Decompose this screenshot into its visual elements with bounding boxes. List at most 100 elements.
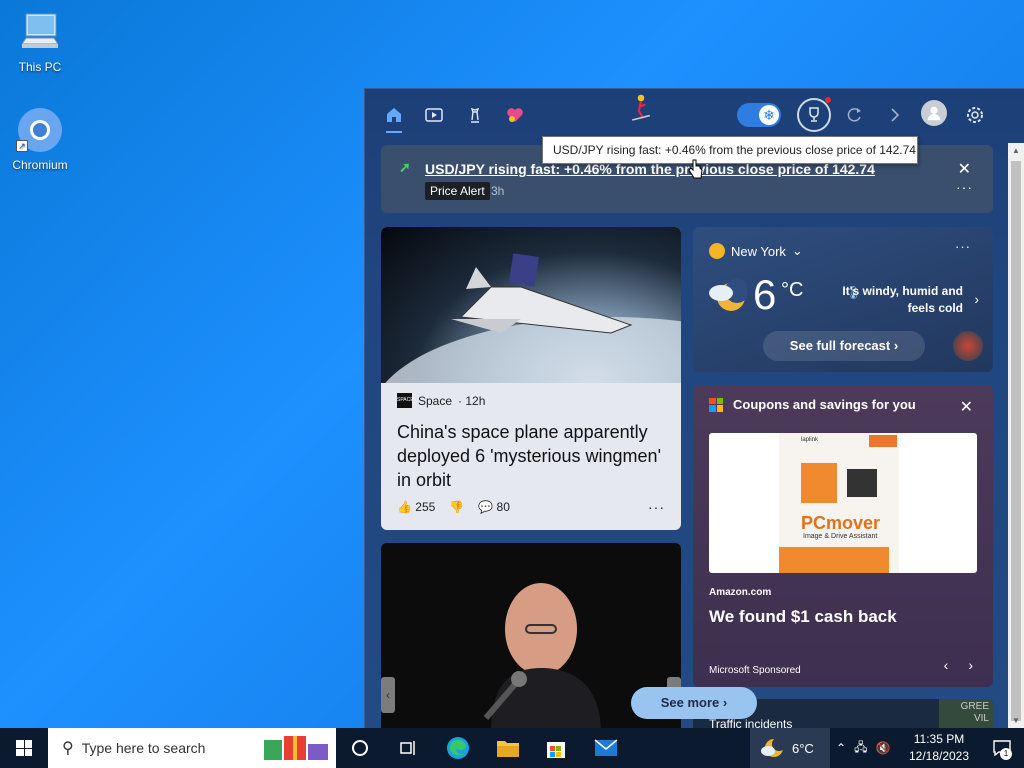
cortana-button[interactable]: [336, 728, 384, 768]
weather-map-thumbnail[interactable]: [953, 331, 983, 361]
widgets-panel: ❄ ➚ USD/JPY rising fast: +0.46% from the…: [364, 88, 1024, 728]
rewards-button[interactable]: [797, 97, 831, 132]
skier-doodle-icon[interactable]: [627, 94, 655, 123]
clock-time: 11:35 PM: [913, 732, 965, 746]
store-icon: [547, 742, 565, 758]
file-explorer-button[interactable]: [484, 728, 532, 768]
snowflake-icon: ❄: [759, 105, 779, 125]
coupon-pagination: ‹ ›: [944, 657, 973, 673]
news-source-name: Space: [418, 393, 453, 408]
partly-cloudy-icon: [709, 243, 725, 259]
weather-unit: °C: [781, 279, 804, 301]
see-full-forecast-button[interactable]: See full forecast ›: [763, 331, 925, 361]
weather-description: It's windy, humid and feels cold: [842, 284, 963, 315]
desktop-icon-chromium[interactable]: ↗ Chromium: [2, 106, 78, 172]
chess-icon: [470, 107, 480, 123]
chevron-left-icon[interactable]: ‹: [944, 657, 949, 673]
traffic-map-thumbnail: GREE VIL: [939, 699, 993, 728]
refresh-button[interactable]: [840, 101, 868, 129]
chevron-right-icon: [891, 108, 900, 122]
ad-small-brand: laplink: [801, 437, 819, 443]
news-age: · 12h: [458, 393, 486, 408]
weather-temperature: 6: [753, 271, 777, 318]
taskbar-search-box[interactable]: ⚲ Type here to search: [48, 728, 336, 768]
scroll-up-arrow-icon[interactable]: ▲: [1008, 143, 1024, 159]
more-options-icon[interactable]: ···: [648, 499, 665, 515]
more-options-icon[interactable]: ···: [955, 239, 971, 254]
system-tray: ⌃ 🖧 🔇: [836, 728, 890, 768]
more-options-icon[interactable]: ···: [956, 179, 973, 195]
start-button[interactable]: [0, 728, 48, 768]
notification-center-button[interactable]: 1: [980, 728, 1024, 768]
gifts-doodle-icon: [264, 736, 328, 760]
widgets-toolbar: ❄: [365, 89, 1024, 141]
video-tab-button[interactable]: [420, 101, 448, 129]
taskbar-weather-widget[interactable]: 6°C: [750, 728, 830, 768]
tooltip: USD/JPY rising fast: +0.46% from the pre…: [542, 136, 918, 164]
cortana-icon: [352, 740, 368, 756]
comment-button[interactable]: 💬 80: [478, 500, 510, 514]
news-title[interactable]: China's space plane apparently deployed …: [397, 420, 667, 492]
video-icon: [425, 108, 443, 122]
task-view-button[interactable]: [384, 728, 432, 768]
home-tab-button[interactable]: [380, 101, 408, 133]
desktop-icon-this-pc[interactable]: This PC: [2, 8, 78, 74]
chevron-right-icon[interactable]: ›: [974, 291, 979, 307]
heart-icon: [507, 108, 523, 122]
home-icon: [387, 108, 401, 122]
search-icon: ⚲: [62, 740, 74, 757]
chevron-right-icon[interactable]: ›: [968, 657, 973, 673]
price-alert-badge: Price Alert: [425, 182, 490, 200]
settings-button[interactable]: [961, 101, 989, 129]
chevron-up-icon[interactable]: ⌃: [836, 741, 846, 755]
like-count: 255: [415, 500, 436, 514]
news-source: SPACE Space · 12h: [397, 393, 485, 408]
scrollbar-thumb[interactable]: [1011, 161, 1021, 721]
see-more-button[interactable]: See more ›: [631, 687, 757, 719]
mail-button[interactable]: [582, 728, 630, 768]
news-card[interactable]: SPACE Space · 12h China's space plane ap…: [381, 227, 681, 530]
scroll-down-arrow-icon[interactable]: ▼: [1008, 713, 1024, 728]
carousel-prev-button[interactable]: ‹: [381, 677, 395, 713]
like-button[interactable]: 👍 255: [397, 500, 435, 514]
folder-icon: [497, 741, 519, 757]
edge-button[interactable]: [434, 728, 482, 768]
chevron-down-icon: ⌄: [791, 243, 803, 258]
notification-dot: [825, 97, 831, 103]
next-button[interactable]: [880, 101, 908, 129]
coupons-header-title: Coupons and savings for you: [733, 397, 916, 412]
scrollbar[interactable]: ▲ ▼: [1008, 143, 1024, 728]
weather-card[interactable]: New York ⌄ ··· 6 °C 🌡 It's windy, humid …: [693, 227, 993, 372]
coupon-title[interactable]: We found $1 cash back: [709, 607, 897, 627]
coupons-card[interactable]: Coupons and savings for you ✕ laplink PC…: [693, 385, 993, 687]
weather-location[interactable]: New York ⌄: [709, 243, 803, 259]
snow-theme-toggle[interactable]: ❄: [737, 103, 781, 127]
windows-logo-icon: [16, 740, 32, 756]
shortcut-arrow-icon: ↗: [16, 140, 28, 152]
trend-up-icon: ➚: [399, 159, 411, 175]
coupon-seller: Amazon.com: [709, 587, 772, 598]
volume-muted-icon[interactable]: 🔇: [875, 741, 890, 755]
taskbar-clock[interactable]: 11:35 PM 12/18/2023: [900, 731, 978, 765]
comment-count: 80: [496, 500, 510, 514]
microsoft-logo-icon: [709, 397, 723, 412]
moon-cloud-icon: [709, 279, 747, 311]
network-icon[interactable]: 🖧: [854, 738, 867, 759]
news-actions: 👍 255 👎 💬 80 ···: [397, 499, 665, 515]
user-icon: [927, 106, 941, 121]
coupons-header: Coupons and savings for you: [709, 397, 916, 412]
ad-image[interactable]: laplink PCmover Image & Drive Assistant: [709, 433, 977, 573]
close-icon[interactable]: ✕: [960, 397, 973, 417]
wellness-tab-button[interactable]: [501, 101, 529, 129]
clock-date: 12/18/2023: [908, 749, 970, 763]
ad-brand: PCmover: [801, 513, 881, 533]
gear-icon: [967, 107, 983, 123]
avatar[interactable]: [921, 100, 947, 126]
play-tab-button[interactable]: [461, 101, 489, 129]
space-logo-icon: SPACE: [397, 393, 414, 408]
microsoft-store-button[interactable]: [532, 728, 580, 768]
sponsor-label: Microsoft Sponsored: [709, 665, 801, 676]
weather-location-name: New York: [731, 243, 786, 259]
close-icon[interactable]: ✕: [958, 159, 971, 179]
dislike-button[interactable]: 👎: [449, 500, 464, 514]
